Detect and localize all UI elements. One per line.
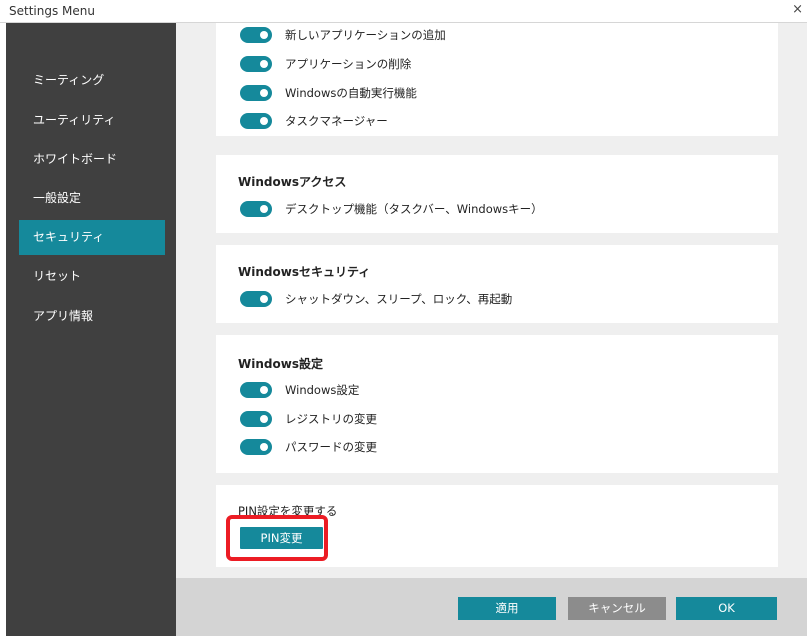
- toggle-switch[interactable]: [240, 27, 272, 43]
- sidebar-item-meeting[interactable]: ミーティング: [19, 63, 165, 98]
- toggle-label: パスワードの変更: [285, 440, 377, 454]
- apps-card: 新しいアプリケーションの追加 アプリケーションの削除 Windowsの自動実行機…: [216, 23, 778, 136]
- toggle-switch[interactable]: [240, 382, 272, 398]
- toggle-label: アプリケーションの削除: [285, 57, 412, 71]
- settings-content[interactable]: 新しいアプリケーションの追加 アプリケーションの削除 Windowsの自動実行機…: [176, 23, 807, 578]
- sidebar-item-whiteboard[interactable]: ホワイトボード: [19, 142, 165, 177]
- toggle-label: シャットダウン、スリープ、ロック、再起動: [285, 292, 513, 306]
- toggle-knob: [260, 89, 268, 97]
- sidebar: ミーティング ユーティリティ ホワイトボード 一般設定 セキュリティ リセット …: [6, 23, 176, 636]
- windows-settings-card: Windows設定 Windows設定 レジストリの変更 パスワードの変更: [216, 335, 778, 473]
- sidebar-item-app-info[interactable]: アプリ情報: [19, 299, 165, 334]
- title-bar: Settings Menu ×: [0, 0, 807, 23]
- toggle-label: Windows設定: [285, 383, 360, 397]
- toggle-knob: [260, 205, 268, 213]
- toggle-label: 新しいアプリケーションの追加: [285, 28, 446, 42]
- window-title: Settings Menu: [9, 4, 95, 18]
- close-icon[interactable]: ×: [792, 2, 803, 17]
- windows-security-card: Windowsセキュリティ シャットダウン、スリープ、ロック、再起動: [216, 245, 778, 323]
- toggle-label: デスクトップ機能（タスクバー、Windowsキー）: [285, 202, 543, 216]
- toggle-knob: [260, 60, 268, 68]
- toggle-knob: [260, 386, 268, 394]
- toggle-switch[interactable]: [240, 113, 272, 129]
- sidebar-item-reset[interactable]: リセット: [19, 259, 165, 294]
- toggle-knob: [260, 31, 268, 39]
- sidebar-item-general[interactable]: 一般設定: [19, 181, 165, 216]
- toggle-knob: [260, 415, 268, 423]
- windows-access-card: Windowsアクセス デスクトップ機能（タスクバー、Windowsキー）: [216, 155, 778, 233]
- toggle-switch[interactable]: [240, 411, 272, 427]
- section-title: Windows設定: [238, 357, 323, 371]
- sidebar-item-security[interactable]: セキュリティ: [19, 220, 165, 255]
- toggle-label: Windowsの自動実行機能: [285, 86, 417, 100]
- toggle-knob: [260, 443, 268, 451]
- toggle-switch[interactable]: [240, 291, 272, 307]
- toggle-switch[interactable]: [240, 85, 272, 101]
- toggle-switch[interactable]: [240, 56, 272, 72]
- section-title: Windowsセキュリティ: [238, 265, 371, 279]
- ok-button[interactable]: OK: [676, 597, 777, 620]
- toggle-label: レジストリの変更: [285, 412, 377, 426]
- change-pin-button[interactable]: PIN変更: [240, 527, 323, 549]
- section-title: Windowsアクセス: [238, 175, 347, 189]
- cancel-button[interactable]: キャンセル: [568, 597, 666, 620]
- apply-button[interactable]: 適用: [458, 597, 556, 620]
- sidebar-item-utility[interactable]: ユーティリティ: [19, 103, 165, 138]
- toggle-knob: [260, 117, 268, 125]
- toggle-label: タスクマネージャー: [285, 114, 388, 128]
- toggle-switch[interactable]: [240, 439, 272, 455]
- toggle-switch[interactable]: [240, 201, 272, 217]
- pin-card: PIN設定を変更する PIN変更: [216, 485, 778, 567]
- footer-bar: 適用 キャンセル OK: [176, 578, 807, 636]
- toggle-knob: [260, 295, 268, 303]
